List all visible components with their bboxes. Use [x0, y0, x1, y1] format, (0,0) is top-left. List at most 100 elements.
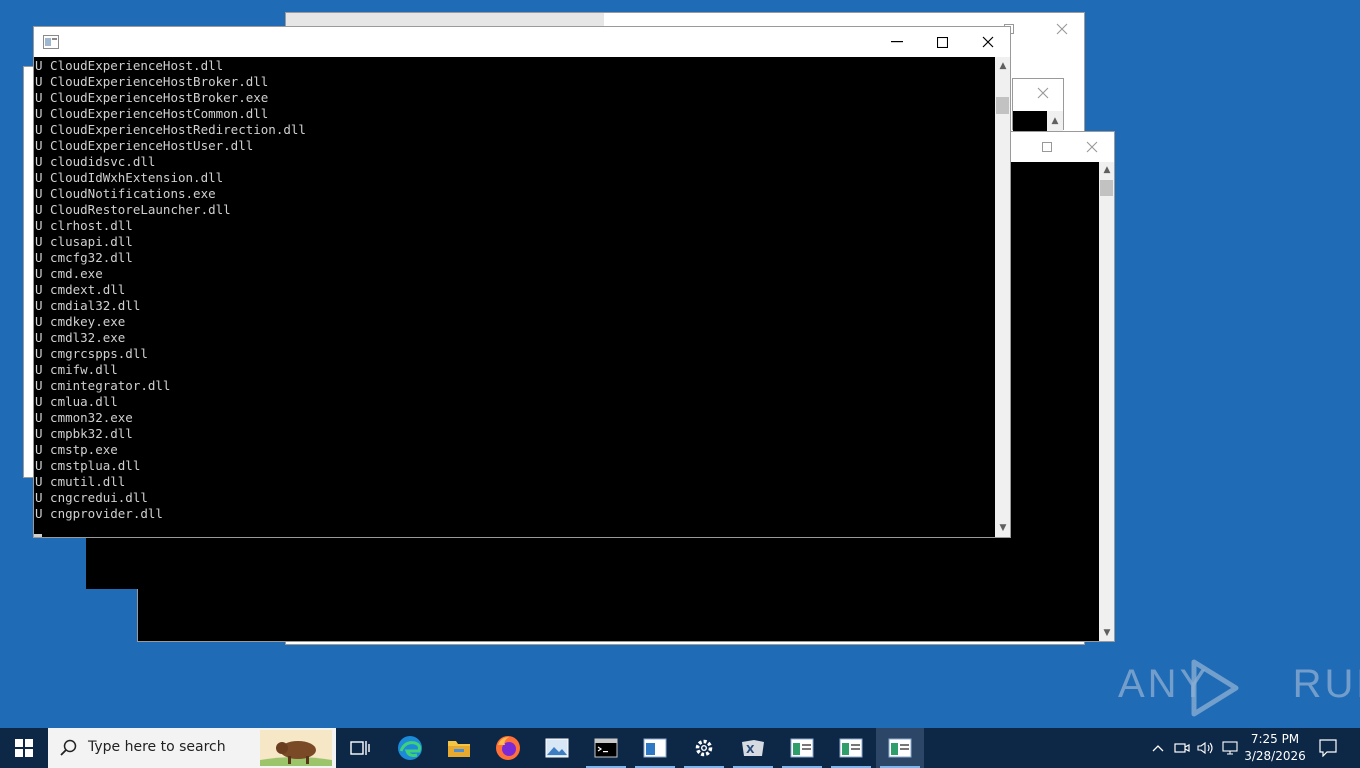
console-line: U cmutil.dll: [35, 474, 126, 489]
bg-window-top-close-button[interactable]: [1042, 14, 1082, 44]
console-line: U cmgrcspps.dll: [35, 346, 148, 361]
taskbar-photos[interactable]: [533, 728, 581, 768]
taskbar: Type here to search X 7:25 PM 3/28/2026: [0, 728, 1360, 768]
bg-window-front-scrollbar[interactable]: ▲ ▼: [1099, 162, 1114, 641]
tray-clock[interactable]: 7:25 PM 3/28/2026: [1244, 731, 1306, 765]
window-app-icon: [643, 738, 667, 758]
search-icon: [60, 739, 77, 756]
bg-window-mid-scrollbar[interactable]: ▲: [1047, 111, 1063, 131]
taskbar-window-app-2[interactable]: [778, 728, 826, 768]
bg-window-front-maximize-button[interactable]: [1024, 132, 1070, 162]
window-app-icon: [888, 738, 912, 758]
console-line: U cmifw.dll: [35, 362, 118, 377]
close-icon: [1086, 141, 1098, 153]
console-line: U clusapi.dll: [35, 234, 133, 249]
console-line: U cngcredui.dll: [35, 490, 148, 505]
console-line: U CloudExperienceHostBroker.exe: [35, 90, 269, 105]
scroll-down-icon[interactable]: ▼: [995, 520, 1011, 536]
console-line: U cmcfg32.dll: [35, 250, 133, 265]
photos-app-icon: [545, 738, 569, 758]
taskbar-command-prompt[interactable]: [582, 728, 630, 768]
console-scrollbar[interactable]: ▲ ▼: [995, 57, 1010, 537]
taskbar-window-app-3[interactable]: [827, 728, 875, 768]
scroll-down-icon: ▼: [1103, 628, 1111, 638]
maximize-button[interactable]: [919, 27, 965, 57]
bg-window-front-close-button[interactable]: [1069, 132, 1115, 162]
console-line: U CloudExperienceHostBroker.dll: [35, 74, 269, 89]
taskbar-window-app[interactable]: [631, 728, 679, 768]
console-line: U cmdext.dll: [35, 282, 126, 297]
taskbar-file-explorer[interactable]: [435, 728, 483, 768]
network-icon: [1222, 741, 1238, 755]
window-app-icon: [839, 738, 863, 758]
clock-time: 7:25 PM: [1250, 732, 1300, 746]
background-window-left-console: [86, 536, 138, 589]
taskbar-search-box[interactable]: Type here to search: [48, 728, 336, 768]
bg-window-mid-console: [1013, 111, 1047, 131]
clock-date: 3/28/2026: [1244, 749, 1306, 763]
notification-center-button[interactable]: [1308, 728, 1348, 768]
taskbar-xps-viewer[interactable]: X: [729, 728, 777, 768]
maximize-icon: [1042, 142, 1052, 152]
show-hidden-icons-button[interactable]: [1146, 728, 1170, 768]
gear-icon: [695, 739, 713, 757]
watermark-text: ANY RUN: [1118, 662, 1360, 706]
console-cursor: [34, 534, 42, 537]
console-window-titlebar[interactable]: [34, 27, 1010, 57]
tray-volume[interactable]: [1194, 728, 1218, 768]
console-window[interactable]: U CloudExperienceHost.dll U CloudExperien…: [33, 26, 1011, 538]
minimize-icon: [891, 41, 903, 43]
console-line: U cmdl32.exe: [35, 330, 126, 345]
scroll-up-icon[interactable]: ▲: [995, 58, 1011, 74]
console-line: U clrhost.dll: [35, 218, 133, 233]
taskbar-settings[interactable]: [680, 728, 728, 768]
firefox-icon: [496, 736, 520, 760]
taskbar-edge[interactable]: [386, 728, 434, 768]
console-line: U cmstplua.dll: [35, 458, 141, 473]
console-line: U cmd.exe: [35, 266, 103, 281]
camera-icon: [1174, 743, 1190, 753]
console-line: U CloudExperienceHostUser.dll: [35, 138, 254, 153]
chevron-up-icon: [1152, 745, 1164, 752]
console-line: U CloudExperienceHostRedirection.dll: [35, 122, 306, 137]
taskbar-firefox[interactable]: [484, 728, 532, 768]
console-line: U cmlua.dll: [35, 394, 118, 409]
close-button[interactable]: [965, 27, 1011, 57]
window-app-icon: [790, 738, 814, 758]
watermark-logo: ANY RUN: [1118, 656, 1360, 720]
edge-browser-icon: [398, 736, 422, 760]
close-icon: [982, 36, 994, 48]
minimize-button[interactable]: [874, 27, 920, 57]
windows-logo-icon: [15, 739, 33, 757]
speaker-icon: [1197, 741, 1213, 755]
scroll-up-icon: ▲: [1051, 116, 1059, 126]
console-line: U cmstp.exe: [35, 442, 118, 457]
notification-icon: [1319, 739, 1337, 757]
scroll-thumb[interactable]: [1100, 180, 1113, 196]
console-line: U CloudRestoreLauncher.dll: [35, 202, 231, 217]
console-line: U cmdkey.exe: [35, 314, 126, 329]
console-line: U cmpbk32.dll: [35, 426, 133, 441]
console-line: U cmdial32.dll: [35, 298, 141, 313]
close-icon: [1056, 23, 1068, 35]
task-view-button[interactable]: [336, 728, 384, 768]
close-icon: [1037, 87, 1049, 99]
console-window-icon: [43, 35, 59, 49]
maximize-icon: [936, 36, 948, 48]
tray-meet-now[interactable]: [1170, 728, 1194, 768]
start-button[interactable]: [0, 728, 48, 768]
background-window-mid[interactable]: ▲: [1012, 78, 1064, 131]
command-prompt-icon: [594, 738, 618, 758]
svg-text:X: X: [746, 743, 755, 756]
bg-window-mid-close-button[interactable]: [1023, 79, 1063, 107]
folder-icon: [448, 741, 470, 757]
console-line: U CloudNotifications.exe: [35, 186, 216, 201]
task-view-icon: [350, 741, 370, 755]
bison-illustration-icon: [260, 730, 332, 766]
console-line: U CloudExperienceHostCommon.dll: [35, 106, 269, 121]
taskbar-window-app-4[interactable]: [876, 728, 924, 768]
console-line: U cmintegrator.dll: [35, 378, 171, 393]
tray-network[interactable]: [1218, 728, 1242, 768]
console-output[interactable]: U CloudExperienceHost.dll U CloudExperien…: [34, 57, 995, 537]
scroll-thumb[interactable]: [996, 97, 1009, 114]
